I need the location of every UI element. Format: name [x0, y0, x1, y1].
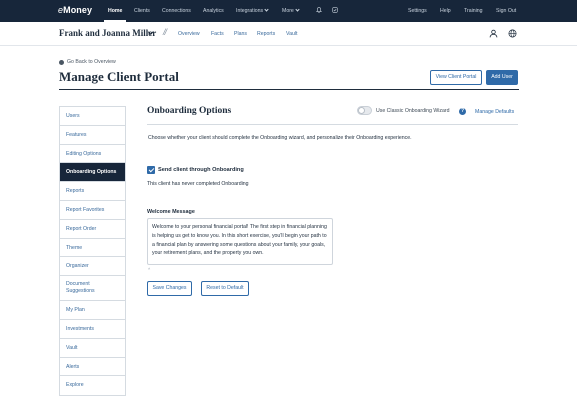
welcome-message-label: Welcome Message — [147, 209, 195, 215]
section-description: Choose whether your client should comple… — [148, 135, 412, 141]
nav-home[interactable]: Home — [103, 0, 127, 22]
nav-integrations[interactable]: Integrations — [236, 0, 269, 22]
nav-training[interactable]: Training — [464, 0, 483, 22]
tab-facts[interactable]: Facts — [211, 31, 224, 37]
sidebar-item-editing-options[interactable]: Editing Options — [60, 144, 125, 164]
save-changes-button[interactable]: Save Changes — [147, 281, 192, 296]
help-icon[interactable]: ? — [459, 108, 466, 115]
top-navigation-bar: eMoney Home Clients Connections Analytic… — [0, 0, 577, 22]
nav-help[interactable]: Help — [440, 0, 451, 22]
back-arrow-icon — [59, 59, 64, 65]
chevron-down-icon — [295, 7, 300, 12]
sidebar-item-organizer[interactable]: Organizer — [60, 257, 125, 277]
sidebar-item-vault[interactable]: Vault — [60, 338, 125, 358]
section-divider — [147, 124, 518, 125]
sidebar-item-report-favorites[interactable]: Report Favorites — [60, 200, 125, 220]
client-header: Frank and Joanna Miller // Overview Fact… — [0, 22, 577, 46]
sidebar-item-document-suggestions[interactable]: Document Suggestions — [60, 276, 125, 302]
user-icon[interactable] — [489, 29, 498, 38]
tab-reports[interactable]: Reports — [257, 31, 275, 37]
welcome-message-textarea[interactable]: Welcome to your personal financial porta… — [147, 218, 333, 265]
manage-defaults-link[interactable]: Manage Defaults — [475, 109, 514, 115]
sidebar-item-alerts[interactable]: Alerts — [60, 357, 125, 377]
bell-icon[interactable] — [316, 7, 322, 13]
emoney-logo[interactable]: eMoney — [58, 5, 92, 15]
nav-analytics[interactable]: Analytics — [203, 0, 224, 22]
sidebar-item-report-order[interactable]: Report Order — [60, 219, 125, 239]
sidebar-item-users[interactable]: Users — [60, 107, 125, 126]
toggle-knob — [358, 107, 365, 114]
sidebar-item-features[interactable]: Features — [60, 125, 125, 145]
classic-wizard-toggle[interactable] — [357, 106, 372, 115]
sidebar-item-onboarding-options[interactable]: Onboarding Options — [60, 163, 125, 183]
classic-wizard-label: Use Classic Onboarding Wizard — [376, 108, 450, 114]
add-user-button[interactable]: Add User — [486, 70, 518, 85]
sidebar-item-explore[interactable]: Explore — [60, 376, 125, 396]
nav-sign-out[interactable]: Sign Out — [496, 0, 516, 22]
client-name-dropdown[interactable]: Frank and Joanna Miller — [59, 28, 156, 38]
sidebar-item-theme[interactable]: Theme — [60, 238, 125, 258]
chevron-down-icon — [264, 7, 269, 12]
resize-handle-icon[interactable]: ˄ — [148, 266, 150, 271]
globe-icon[interactable] — [508, 29, 517, 38]
checklist-icon[interactable] — [332, 7, 338, 13]
send-onboarding-label[interactable]: Send client through Onboarding — [158, 167, 244, 173]
header-separator: // — [163, 27, 167, 37]
back-to-overview-link[interactable]: Go Back to Overview — [59, 59, 116, 65]
onboarding-status: This client has never completed Onboardi… — [147, 181, 249, 187]
tab-overview[interactable]: Overview — [178, 31, 200, 37]
tab-vault[interactable]: Vault — [286, 31, 297, 37]
section-title: Onboarding Options — [147, 106, 232, 116]
view-client-portal-button[interactable]: View Client Portal — [430, 70, 482, 85]
nav-more[interactable]: More — [282, 0, 300, 22]
sidebar-item-investments[interactable]: Investments — [60, 319, 125, 339]
reset-to-default-button[interactable]: Reset to Default — [201, 281, 249, 296]
sidebar-item-my-plan[interactable]: My Plan — [60, 301, 125, 320]
nav-settings[interactable]: Settings — [408, 0, 427, 22]
title-divider — [59, 89, 519, 90]
nav-clients[interactable]: Clients — [134, 0, 150, 22]
tab-plans[interactable]: Plans — [234, 31, 247, 37]
nav-connections[interactable]: Connections — [162, 0, 191, 22]
sidebar-item-reports[interactable]: Reports — [60, 182, 125, 201]
page-title: Manage Client Portal — [59, 69, 179, 84]
portal-settings-sidebar: Users Features Editing Options Onboardin… — [59, 106, 126, 397]
send-onboarding-checkbox[interactable] — [147, 166, 155, 174]
